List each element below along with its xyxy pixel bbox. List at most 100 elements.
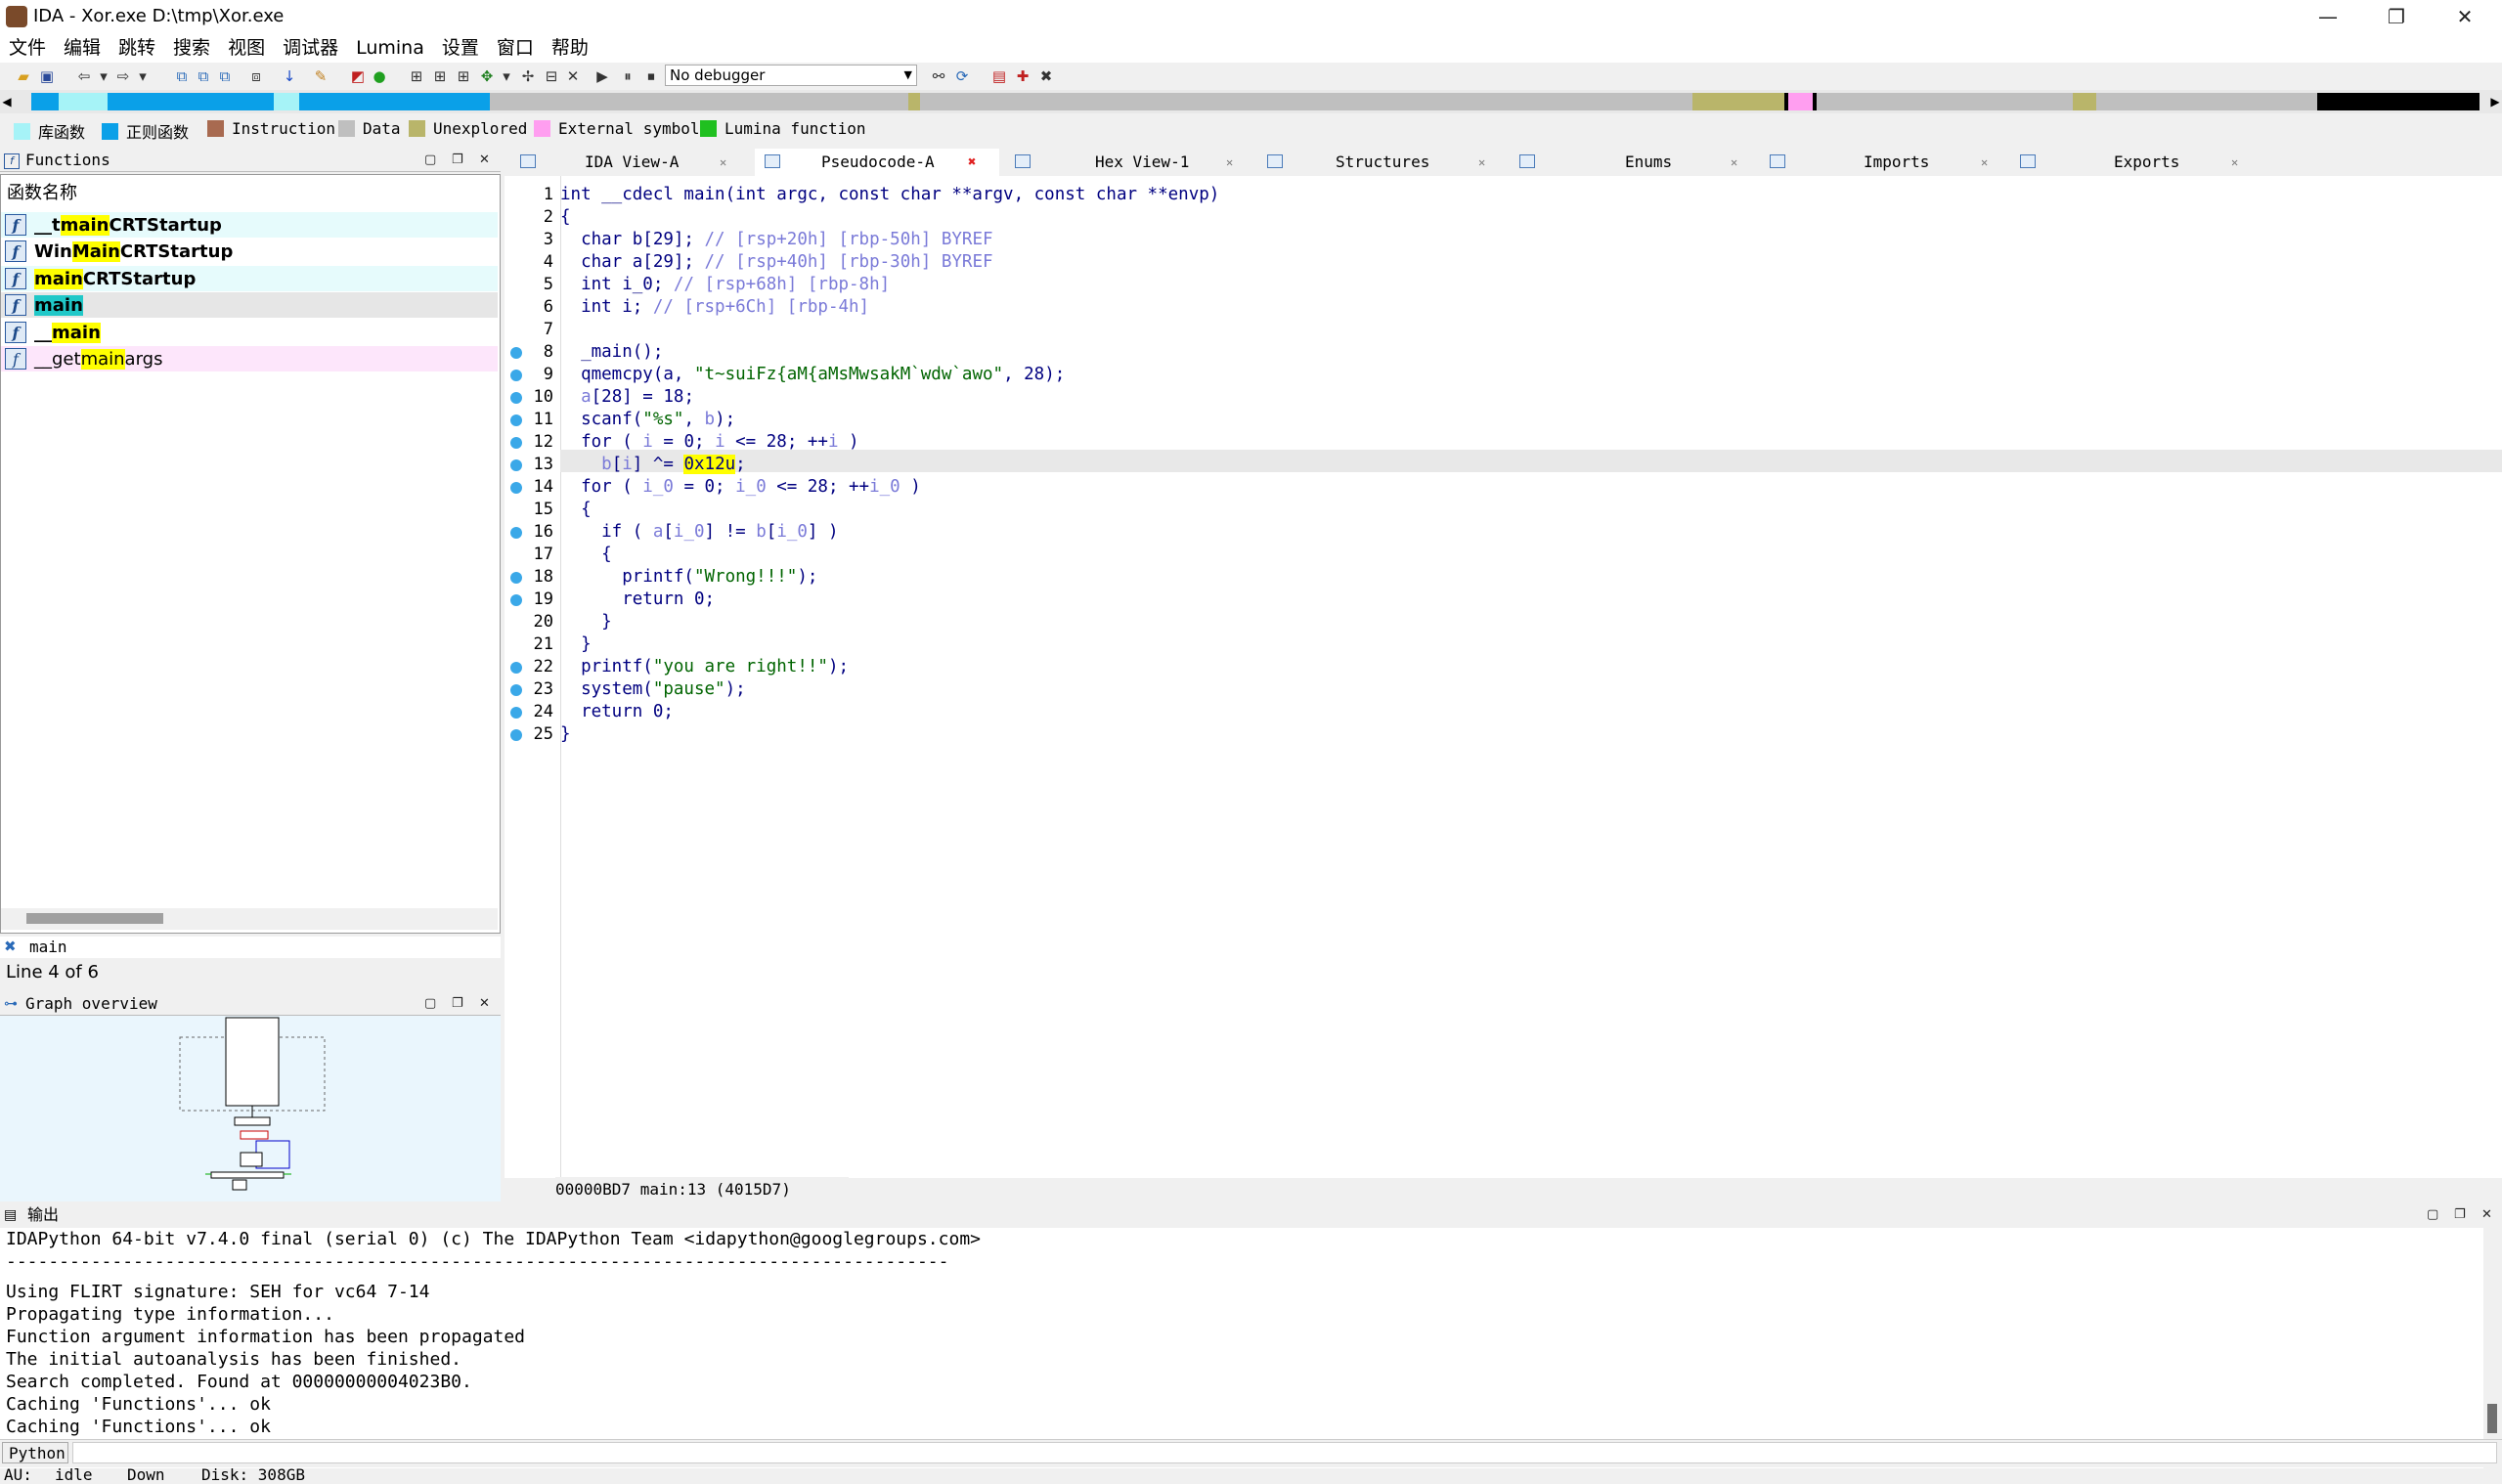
close-tab-icon[interactable]: ✕	[720, 149, 726, 176]
graph-overview-header[interactable]: ⊶ Graph overview ▢ ❐ ✕	[0, 993, 501, 1016]
close-panel-icon[interactable]: ✕	[479, 150, 490, 171]
code-line[interactable]: char a[29]; // [rsp+40h] [rbp-30h] BYREF	[560, 251, 992, 274]
close-tab-icon[interactable]: ✕	[2231, 149, 2238, 176]
code-line[interactable]: a[28] = 18;	[560, 386, 694, 409]
menu-help[interactable]: 帮助	[543, 33, 597, 63]
column-header-function-name[interactable]: 函数名称	[7, 179, 77, 204]
menu-lumina[interactable]: Lumina	[347, 33, 433, 63]
pin-icon[interactable]: ✢	[518, 66, 538, 86]
float-icon[interactable]: ▢	[424, 150, 436, 171]
function-row[interactable]: f __get main args	[1, 346, 498, 371]
search-text-icon[interactable]: ⧉	[194, 66, 213, 86]
close-button[interactable]: ✕	[2431, 0, 2499, 33]
search-binary-icon[interactable]: ⧉	[172, 66, 192, 86]
breakpoint-list-icon[interactable]: ▤	[989, 66, 1009, 86]
code-line[interactable]: qmemcpy(a, "t~suiFz{aM{aMsMwsakM`wdw`awo…	[560, 364, 1065, 386]
close-tab-icon[interactable]: ✕	[1731, 149, 1737, 176]
code-line[interactable]: if ( a[i_0] != b[i_0] )	[560, 521, 838, 544]
open-file-icon[interactable]: ▰	[14, 66, 33, 86]
code-line[interactable]: printf("you are right!!");	[560, 656, 849, 678]
close-tab-icon[interactable]: ✕	[1478, 149, 1485, 176]
code-line[interactable]: int i; // [rsp+6Ch] [rbp-4h]	[560, 296, 869, 319]
attach-icon[interactable]: ⚯	[929, 66, 948, 86]
refresh-icon[interactable]: ⟳	[952, 66, 972, 86]
scrollbar-thumb[interactable]	[2487, 1404, 2497, 1433]
back-icon[interactable]: ⇦	[74, 66, 94, 86]
graph-overview-canvas[interactable]	[0, 1016, 501, 1201]
segment-icon[interactable]: ⊞	[407, 66, 426, 86]
nav-right-arrow-icon[interactable]: ▶	[2488, 90, 2502, 113]
function-row[interactable]: f __ main	[1, 320, 498, 345]
pause-debug-icon[interactable]: ⏸	[618, 66, 637, 86]
code-line[interactable]: {	[560, 544, 612, 566]
code-line[interactable]: {	[560, 499, 592, 521]
code-line[interactable]: _main();	[560, 341, 663, 364]
code-line[interactable]: {	[560, 206, 571, 229]
code-line[interactable]: printf("Wrong!!!");	[560, 566, 817, 589]
float-icon[interactable]: ▢	[2427, 1204, 2438, 1226]
tab-enums[interactable]: Enums ✕	[1506, 149, 1750, 176]
restore-icon[interactable]: ❐	[452, 993, 463, 1015]
output-panel-header[interactable]: ▤ 输出 ▢ ❐ ✕	[0, 1204, 2502, 1229]
code-icon[interactable]: ⧈	[246, 66, 266, 86]
run-script-icon[interactable]: ●	[370, 66, 389, 86]
code-line[interactable]: for ( i = 0; i <= 28; ++i )	[560, 431, 859, 454]
plugin-dropdown-icon[interactable]: ▾	[497, 66, 516, 86]
minimize-button[interactable]: —	[2294, 0, 2362, 33]
code-line[interactable]: for ( i_0 = 0; i_0 <= 28; ++i_0 )	[560, 476, 921, 499]
close-tab-icon[interactable]: ✕	[1226, 149, 1233, 176]
function-row[interactable]: f __t main CRTStartup	[1, 212, 498, 238]
code-line[interactable]: return 0;	[560, 701, 674, 723]
nav-left-arrow-icon[interactable]: ◀	[0, 90, 14, 113]
forward-dropdown-icon[interactable]: ▾	[133, 66, 153, 86]
code-line[interactable]: }	[560, 723, 571, 746]
code-line[interactable]: char b[29]; // [rsp+20h] [rbp-50h] BYREF	[560, 229, 992, 251]
back-dropdown-icon[interactable]: ▾	[94, 66, 113, 86]
close-panel-icon[interactable]: ✕	[2481, 1204, 2492, 1226]
navigation-band[interactable]: ◀ ▶	[0, 90, 2502, 113]
output-log[interactable]: IDAPython 64-bit v7.4.0 final (serial 0)…	[0, 1228, 2483, 1468]
tab-ida-view-a[interactable]: IDA View-A ✕	[508, 149, 749, 176]
debugger-select[interactable]: No debugger ▼	[665, 65, 917, 86]
menu-debugger[interactable]: 调试器	[274, 33, 347, 63]
menu-file[interactable]: 文件	[0, 33, 55, 63]
code-line[interactable]: }	[560, 633, 592, 656]
menu-windows[interactable]: 窗口	[488, 33, 543, 63]
plugin-icon[interactable]: ✥	[477, 66, 497, 86]
language-selector-button[interactable]: Python	[2, 1442, 68, 1463]
stop-debug-icon[interactable]: ⏹	[641, 66, 661, 86]
horizontal-scrollbar[interactable]	[1, 908, 498, 930]
function-row-selected[interactable]: f main	[1, 292, 498, 318]
functions-filter-input[interactable]: main	[29, 938, 67, 956]
delete-icon[interactable]: ✕	[563, 66, 583, 86]
menu-view[interactable]: 视图	[219, 33, 274, 63]
functions-panel-header[interactable]: f Functions ▢ ❐ ✕	[0, 150, 501, 172]
maximize-button[interactable]: ❐	[2362, 0, 2431, 33]
code-line[interactable]: b[i] ^= 0x12u;	[560, 454, 746, 476]
tab-exports[interactable]: Exports ✕	[2006, 149, 2251, 176]
tab-pseudocode-a[interactable]: Pseudocode-A ✖	[755, 149, 999, 176]
arrow-down-icon[interactable]: ↓	[280, 66, 299, 86]
function-row[interactable]: f main CRTStartup	[1, 266, 498, 291]
code-line[interactable]: return 0;	[560, 589, 715, 611]
start-debug-icon[interactable]: ▶	[593, 66, 612, 86]
menu-jump[interactable]: 跳转	[110, 33, 164, 63]
patch-icon[interactable]: ⊞	[454, 66, 473, 86]
scrollbar-thumb[interactable]	[26, 913, 163, 924]
close-panel-icon[interactable]: ✕	[479, 993, 490, 1015]
float-icon[interactable]: ▢	[424, 993, 436, 1015]
code-line[interactable]: int i_0; // [rsp+68h] [rbp-8h]	[560, 274, 890, 296]
struct-icon[interactable]: ⊞	[430, 66, 450, 86]
strings-icon[interactable]: ⊟	[542, 66, 561, 86]
delete-breakpoint-icon[interactable]: ✖	[1036, 66, 1056, 86]
menu-edit[interactable]: 编辑	[55, 33, 110, 63]
tab-structures[interactable]: Structures ✕	[1255, 149, 1500, 176]
search-immediate-icon[interactable]: ⧉	[215, 66, 235, 86]
forward-icon[interactable]: ⇨	[113, 66, 133, 86]
code-line[interactable]: int __cdecl main(int argc, const char **…	[560, 184, 1219, 206]
add-breakpoint-icon[interactable]: ✚	[1013, 66, 1032, 86]
graph-icon[interactable]: ◩	[348, 66, 368, 86]
code-line[interactable]: }	[560, 611, 612, 633]
code-line[interactable]: system("pause");	[560, 678, 746, 701]
tab-hex-view-1[interactable]: Hex View-1 ✕	[1005, 149, 1250, 176]
